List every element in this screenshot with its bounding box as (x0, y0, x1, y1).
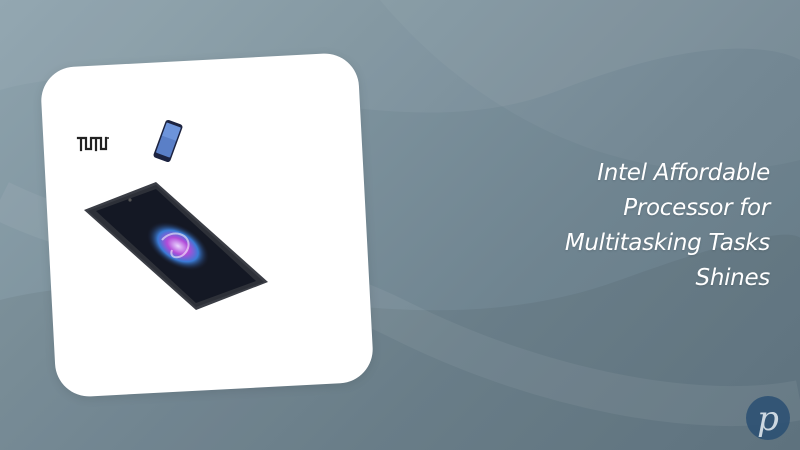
large-phone-image (84, 182, 268, 310)
small-phone-image (153, 119, 183, 163)
product-image-card (39, 51, 375, 399)
tutu-brand-logo (76, 136, 109, 152)
article-headline[interactable]: Intel Affordable Processor for Multitask… (510, 156, 770, 296)
product-image (48, 60, 366, 390)
site-logo-badge[interactable]: p (746, 396, 790, 440)
site-logo-letter: p (757, 399, 779, 439)
